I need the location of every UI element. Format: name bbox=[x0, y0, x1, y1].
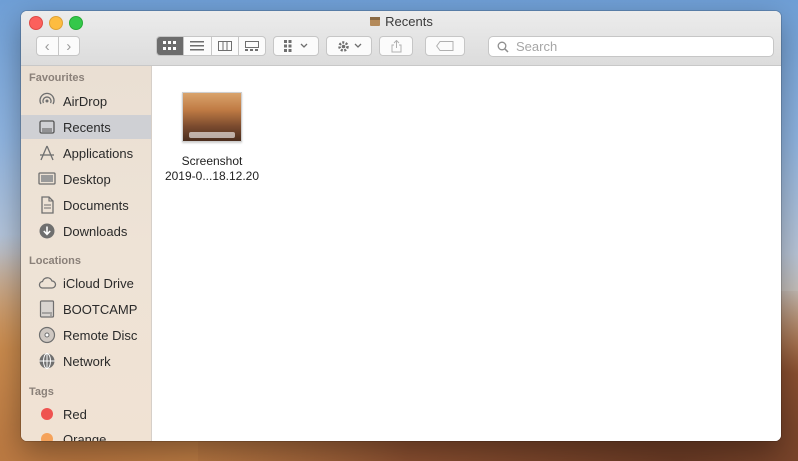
window-title-text: Recents bbox=[385, 14, 433, 29]
icon-view-icon bbox=[163, 41, 177, 50]
documents-icon bbox=[37, 195, 57, 215]
file-item[interactable]: Screenshot 2019-0...18.12.20 bbox=[160, 80, 264, 184]
disk-icon bbox=[37, 299, 57, 319]
file-name-line2: 2019-0...18.12.20 bbox=[164, 169, 260, 183]
network-icon bbox=[37, 351, 57, 371]
edit-tags-button[interactable] bbox=[425, 36, 465, 56]
sidebar-item-airdrop[interactable]: AirDrop bbox=[21, 89, 151, 113]
gallery-view-button[interactable] bbox=[237, 37, 265, 55]
column-view-icon bbox=[217, 41, 232, 51]
file-name-line1: Screenshot bbox=[181, 154, 243, 168]
gallery-view-icon bbox=[244, 41, 259, 51]
action-menu-button[interactable] bbox=[326, 36, 372, 56]
finder-window: Recents ‹ › Search Favourites AirDrop Re… bbox=[21, 11, 781, 441]
airdrop-icon bbox=[37, 91, 57, 111]
sidebar-item-label: iCloud Drive bbox=[63, 275, 134, 291]
sidebar-item-label: Desktop bbox=[63, 171, 111, 187]
back-forward-group: ‹ › bbox=[36, 36, 80, 56]
locations-header: Locations bbox=[29, 255, 81, 267]
cloud-icon bbox=[37, 273, 57, 293]
back-button[interactable]: ‹ bbox=[37, 37, 58, 55]
share-button[interactable] bbox=[379, 36, 413, 56]
share-icon bbox=[391, 39, 401, 52]
disc-icon bbox=[37, 325, 57, 345]
group-icon bbox=[284, 40, 292, 52]
tags-header: Tags bbox=[29, 386, 54, 398]
sidebar-item-label: Orange bbox=[63, 431, 107, 442]
sidebar: Favourites AirDrop Recents Applications … bbox=[21, 66, 152, 441]
orange-tag-dot-icon bbox=[41, 433, 53, 441]
sidebar-item-label: Remote Disc bbox=[63, 327, 138, 343]
forward-chevron-icon: › bbox=[66, 37, 72, 55]
sidebar-item-network[interactable]: Network bbox=[21, 349, 151, 373]
column-view-button[interactable] bbox=[210, 37, 238, 55]
gear-icon bbox=[337, 40, 349, 52]
applications-icon bbox=[37, 143, 57, 163]
arrange-button[interactable] bbox=[273, 36, 319, 56]
sidebar-item-label: Network bbox=[63, 353, 111, 369]
list-view-icon bbox=[190, 41, 205, 51]
sidebar-item-label: Applications bbox=[63, 145, 134, 161]
chevron-down-icon bbox=[300, 43, 308, 48]
search-input[interactable] bbox=[514, 38, 758, 55]
sidebar-item-remote-disc[interactable]: Remote Disc bbox=[21, 323, 151, 347]
titlebar: Recents ‹ › bbox=[21, 11, 781, 66]
back-chevron-icon: ‹ bbox=[44, 37, 50, 55]
sidebar-item-label: BOOTCAMP bbox=[63, 301, 138, 317]
favourites-header: Favourites bbox=[29, 72, 85, 84]
window-title: Recents bbox=[21, 14, 781, 29]
red-tag-dot-icon bbox=[41, 408, 53, 420]
sidebar-item-recents[interactable]: Recents bbox=[21, 115, 151, 139]
sidebar-item-label: Recents bbox=[63, 119, 111, 135]
desktop-icon bbox=[37, 169, 57, 189]
sidebar-item-bootcamp[interactable]: BOOTCAMP bbox=[21, 297, 151, 321]
search-field[interactable] bbox=[488, 36, 774, 57]
chevron-down-icon bbox=[354, 43, 361, 48]
sidebar-item-tag-red[interactable]: Red bbox=[21, 402, 151, 426]
sidebar-item-desktop[interactable]: Desktop bbox=[21, 167, 151, 191]
thumbnail-dock bbox=[189, 132, 235, 138]
search-icon bbox=[497, 41, 509, 53]
list-view-button[interactable] bbox=[183, 37, 210, 55]
sidebar-item-label: AirDrop bbox=[63, 93, 108, 109]
file-name: Screenshot 2019-0...18.12.20 bbox=[160, 154, 264, 184]
image-thumbnail-icon bbox=[182, 92, 242, 142]
sidebar-item-label: Red bbox=[63, 406, 87, 422]
sidebar-item-icloud-drive[interactable]: iCloud Drive bbox=[21, 271, 151, 295]
sidebar-item-documents[interactable]: Documents bbox=[21, 193, 151, 217]
icon-view-button[interactable] bbox=[157, 37, 184, 55]
recents-folder-icon bbox=[369, 15, 381, 27]
tag-icon bbox=[436, 41, 454, 51]
downloads-icon bbox=[37, 221, 57, 241]
sidebar-item-label: Downloads bbox=[63, 223, 128, 239]
sidebar-item-label: Documents bbox=[63, 197, 129, 213]
forward-button[interactable]: › bbox=[57, 37, 80, 55]
recents-icon bbox=[37, 117, 57, 137]
file-browser-content: Screenshot 2019-0...18.12.20 bbox=[152, 66, 781, 441]
view-mode-group bbox=[156, 36, 266, 56]
sidebar-item-downloads[interactable]: Downloads bbox=[21, 219, 151, 243]
sidebar-item-applications[interactable]: Applications bbox=[21, 141, 151, 165]
sidebar-item-tag-orange[interactable]: Orange bbox=[21, 427, 151, 441]
